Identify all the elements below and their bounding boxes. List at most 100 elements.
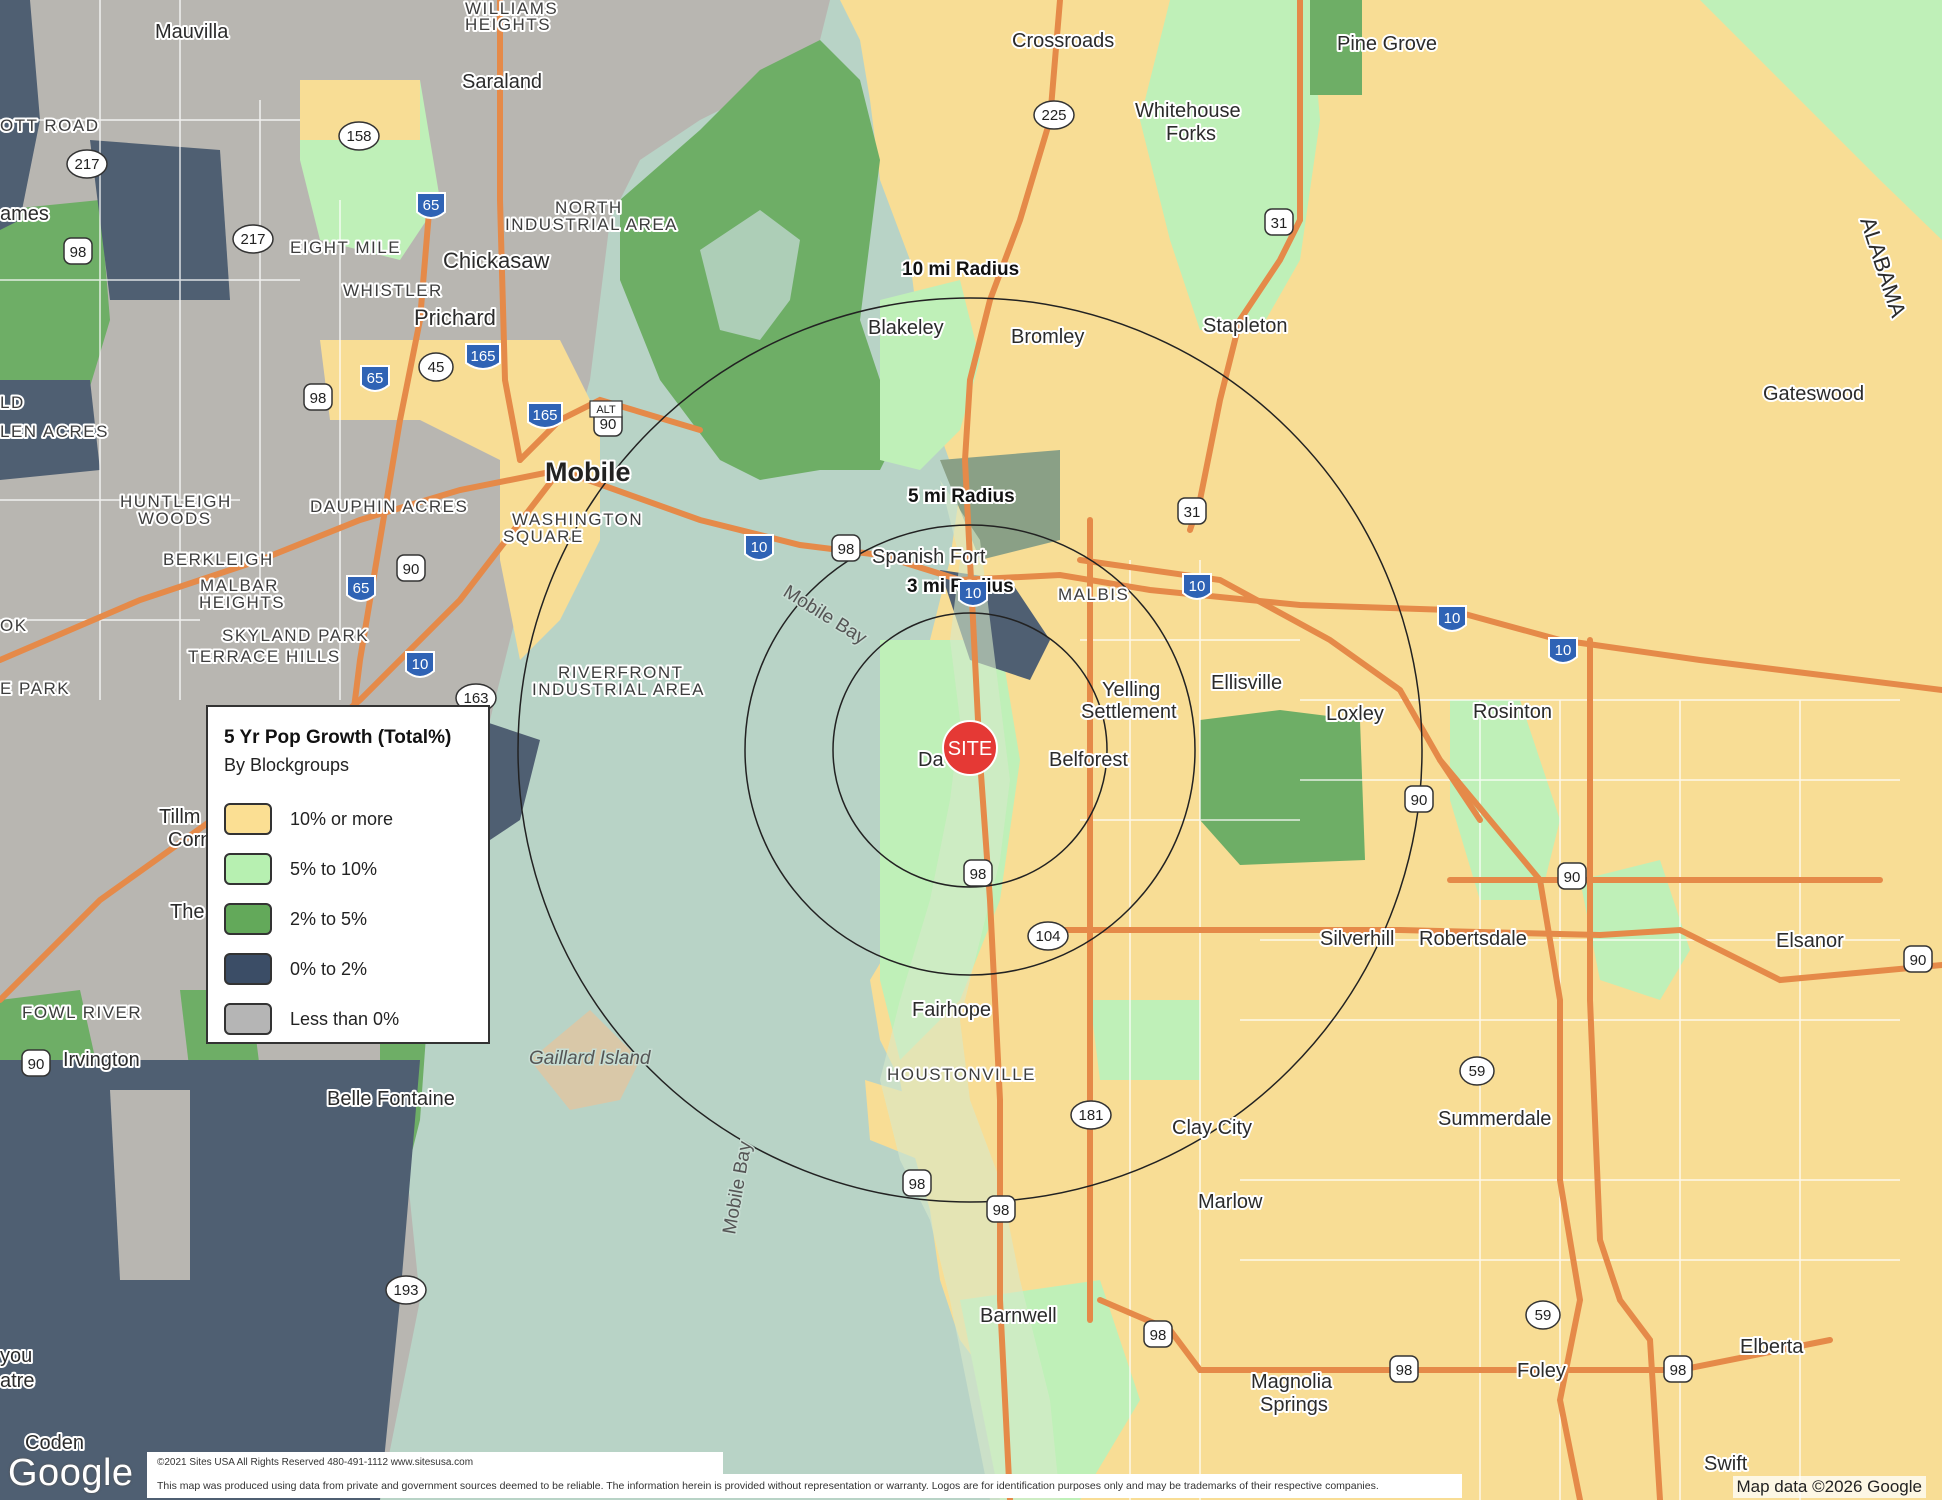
shield-sr45: 45: [418, 352, 454, 382]
place-gateswood: Gateswood: [1763, 383, 1864, 405]
svg-text:165: 165: [532, 407, 557, 424]
map-legend: 5 Yr Pop Growth (Total%) By Blockgroups …: [206, 705, 490, 1044]
region-2to5-a: [1200, 710, 1365, 865]
place-len-acres: LEN ACRES: [0, 422, 109, 441]
place-barnwell: Barnwell: [980, 1305, 1057, 1327]
svg-text:98: 98: [993, 1202, 1010, 1219]
place-silverhill: Silverhill: [1320, 928, 1394, 950]
place-e-park: E PARK: [0, 679, 70, 698]
svg-text:10: 10: [1555, 642, 1572, 659]
shield-us90-e: 90: [1903, 945, 1933, 973]
shield-us98-i: 98: [1663, 1355, 1693, 1383]
place-mauvilla: Mauvilla: [155, 21, 229, 43]
svg-text:65: 65: [367, 370, 384, 387]
legend-item: 0% to 2%: [224, 944, 472, 994]
shield-us90-c: 90: [1404, 785, 1434, 813]
label-gaillard-island: Gaillard Island: [529, 1048, 652, 1069]
place-marlow: Marlow: [1198, 1191, 1263, 1213]
svg-text:225: 225: [1041, 107, 1066, 124]
place-the: The: [170, 901, 204, 923]
svg-text:90: 90: [28, 1056, 45, 1073]
place-yelling-2: Settlement: [1081, 701, 1177, 723]
place-rosinton: Rosinton: [1473, 701, 1552, 723]
legend-items: 10% or more 5% to 10% 2% to 5% 0% to 2% Less…: [224, 794, 472, 1044]
place-crossroads: Crossroads: [1012, 30, 1114, 52]
svg-text:217: 217: [240, 231, 265, 248]
shield-sr217-a: 217: [66, 149, 108, 179]
place-da: Da: [918, 749, 944, 771]
region-5to10-g: [1090, 1000, 1200, 1080]
place-blakeley: Blakeley: [868, 317, 944, 339]
svg-text:ALT: ALT: [596, 404, 616, 416]
shield-i10-f: 10: [958, 580, 988, 607]
legend-label: 5% to 10%: [290, 858, 378, 879]
place-irvington: Irvington: [63, 1049, 140, 1071]
place-loxley: Loxley: [1326, 703, 1384, 725]
place-saraland: Saraland: [462, 71, 542, 93]
footer-disclaimer: This map was produced using data from pr…: [147, 1474, 1462, 1498]
place-williams-2: HEIGHTS: [465, 15, 551, 34]
place-pine-grove: Pine Grove: [1337, 33, 1437, 55]
place-washington-2: SQUARE: [503, 527, 584, 546]
svg-text:10: 10: [1444, 610, 1461, 627]
legend-label: 0% to 2%: [290, 958, 368, 979]
map-data-attribution[interactable]: Map data ©2026 Google: [1732, 1476, 1926, 1498]
svg-text:104: 104: [1035, 928, 1060, 945]
svg-text:90: 90: [600, 416, 617, 433]
place-whitehouse-2: Forks: [1166, 123, 1216, 145]
shield-sr104: 104: [1027, 921, 1069, 951]
svg-text:158: 158: [346, 128, 371, 145]
svg-text:98: 98: [838, 541, 855, 558]
place-malbis: MALBIS: [1058, 585, 1129, 604]
legend-title: 5 Yr Pop Growth (Total%): [224, 727, 452, 748]
svg-text:10: 10: [412, 656, 429, 673]
legend-swatch: [224, 953, 272, 985]
region-neg-pocket: [110, 1090, 190, 1280]
legend-label: Less than 0%: [290, 1008, 400, 1029]
shield-i165-b: 165: [527, 402, 563, 429]
shield-us98-h: 98: [1389, 1355, 1419, 1383]
svg-text:98: 98: [70, 244, 87, 261]
legend-swatch: [224, 1003, 272, 1035]
shield-sr59-b: 59: [1525, 1300, 1561, 1330]
shield-i65-b: 65: [360, 365, 390, 392]
svg-text:10: 10: [965, 585, 982, 602]
place-summerdale: Summerdale: [1438, 1108, 1551, 1130]
svg-text:165: 165: [470, 348, 495, 365]
shield-us31-a: 31: [1264, 208, 1294, 236]
place-elberta: Elberta: [1740, 1336, 1804, 1358]
shield-alt: ALT: [589, 400, 623, 418]
shield-us98-e: 98: [902, 1169, 932, 1197]
svg-text:31: 31: [1271, 215, 1288, 232]
shield-i10-e: 10: [1548, 637, 1578, 664]
place-belle-fontaine: Belle Fontaine: [327, 1088, 455, 1110]
site-marker[interactable]: SITE: [942, 720, 998, 776]
place-atre: atre: [0, 1370, 34, 1392]
legend-item: 10% or more: [224, 794, 472, 844]
svg-text:65: 65: [353, 580, 370, 597]
svg-text:193: 193: [393, 1282, 418, 1299]
legend-swatch: [224, 803, 272, 835]
place-dauphin-acres: DAUPHIN ACRES: [310, 497, 468, 516]
shield-us90-d: 90: [1557, 862, 1587, 890]
legend-label: 2% to 5%: [290, 908, 368, 929]
svg-text:90: 90: [1910, 952, 1927, 969]
shield-us31-b: 31: [1177, 497, 1207, 525]
place-belforest: Belforest: [1049, 749, 1128, 771]
place-foley: Foley: [1517, 1360, 1566, 1382]
place-ellisville: Ellisville: [1211, 672, 1282, 694]
legend-swatch: [224, 903, 272, 935]
place-whitehouse-1: Whitehouse: [1135, 100, 1241, 122]
svg-text:98: 98: [970, 866, 987, 883]
place-spanish-fort: Spanish Fort: [872, 546, 986, 568]
place-yelling-1: Yelling: [1102, 679, 1160, 701]
place-corn: Corn: [168, 829, 211, 851]
svg-text:10: 10: [1189, 578, 1206, 595]
svg-text:98: 98: [1670, 1362, 1687, 1379]
place-fowl-river: FOWL RIVER: [22, 1003, 142, 1022]
footer-copyright: ©2021 Sites USA All Rights Reserved 480-…: [147, 1452, 723, 1474]
legend-item: Less than 0%: [224, 994, 472, 1044]
place-magnolia-1: Magnolia: [1251, 1371, 1333, 1393]
svg-text:59: 59: [1535, 1307, 1552, 1324]
shield-i165-a: 165: [465, 343, 501, 370]
